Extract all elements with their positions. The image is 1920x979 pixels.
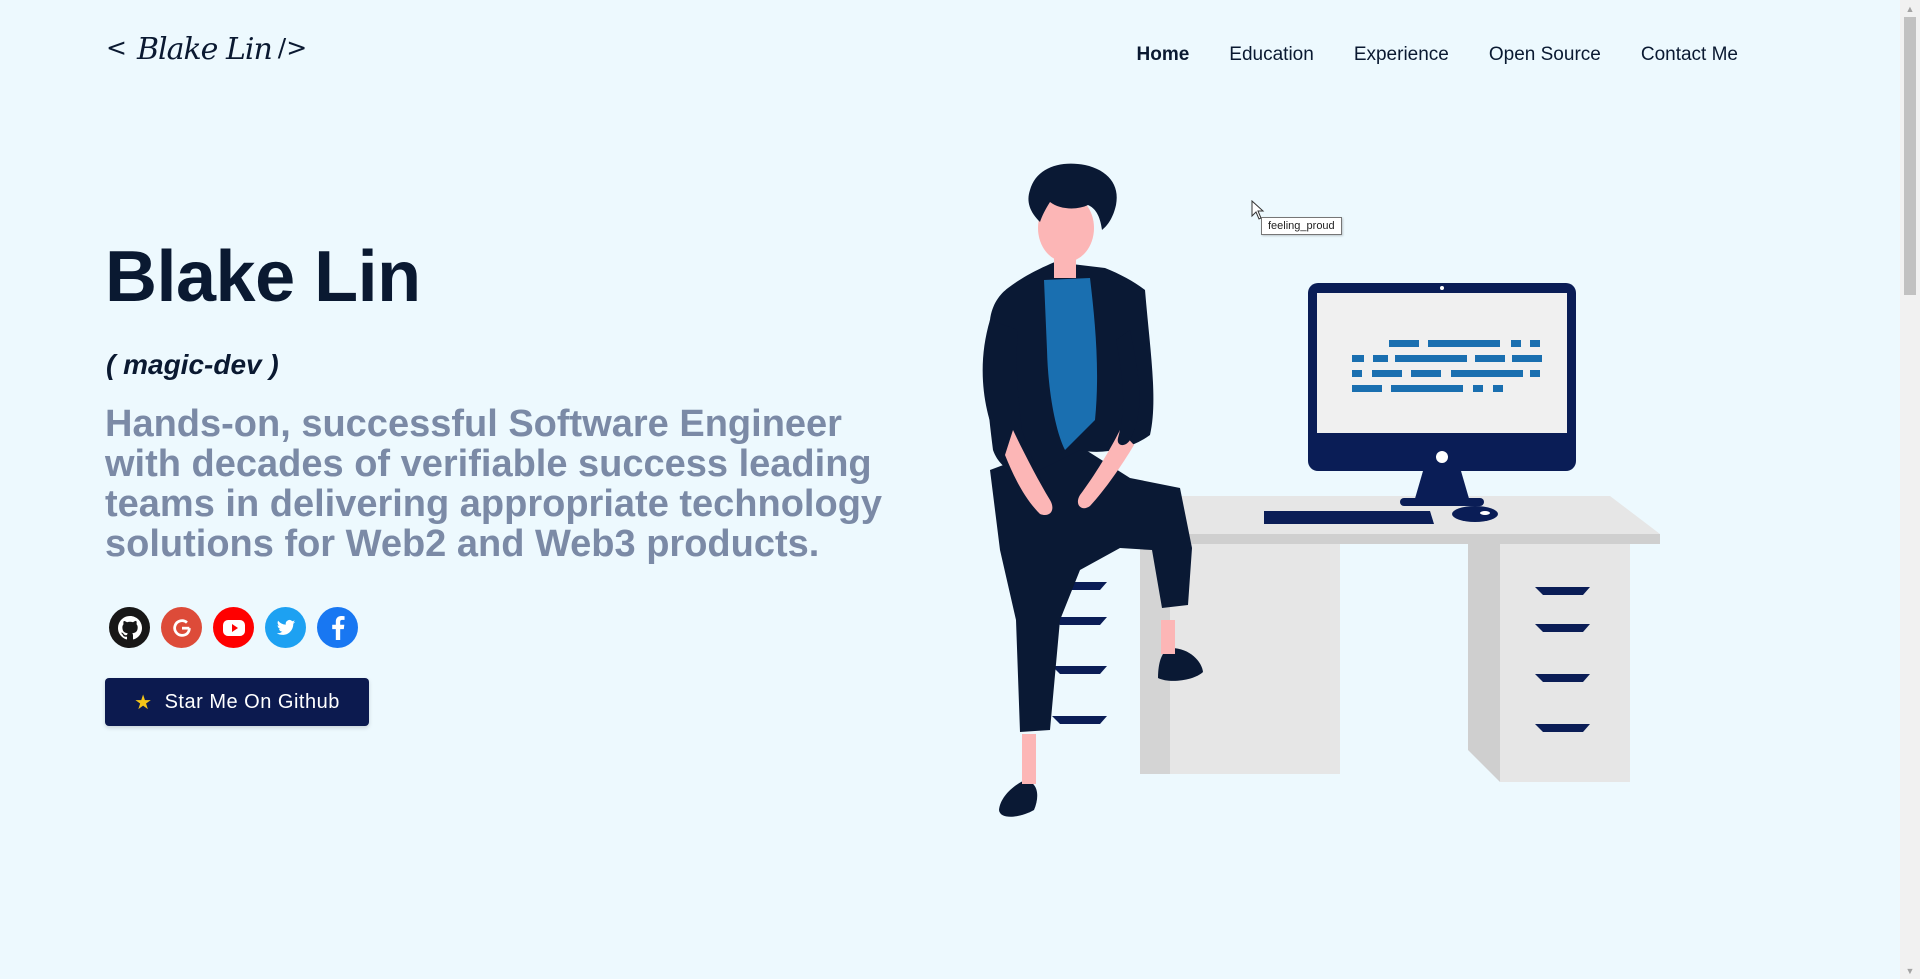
monitor-dot <box>1440 286 1444 290</box>
logo-close-bracket: /> <box>277 33 308 62</box>
hero-description: Hands-on, successful Software Engineer w… <box>105 403 883 565</box>
image-tooltip: feeling_proud <box>1261 217 1342 235</box>
site-header: < Blake Lin /> Home Education Experience… <box>0 0 1900 110</box>
scrollbar-thumb[interactable] <box>1904 17 1916 295</box>
logo-open-bracket: < <box>106 33 127 62</box>
keyboard <box>1264 511 1434 524</box>
monitor-button <box>1436 451 1448 463</box>
social-links <box>109 607 358 648</box>
scroll-down-arrow-icon[interactable]: ▼ <box>1900 962 1920 979</box>
star-icon: ★ <box>134 691 153 714</box>
twitter-icon[interactable] <box>265 607 306 648</box>
nav-contact-me[interactable]: Contact Me <box>1621 42 1758 68</box>
nav-open-source[interactable]: Open Source <box>1469 42 1621 68</box>
hero-subtitle: ( magic-dev ) <box>106 349 279 380</box>
scroll-up-arrow-icon[interactable]: ▲ <box>1900 0 1920 17</box>
nav-education[interactable]: Education <box>1209 42 1334 68</box>
nav-experience[interactable]: Experience <box>1334 42 1469 68</box>
star-on-github-button[interactable]: ★ Star Me On Github <box>105 678 369 726</box>
nav-home[interactable]: Home <box>1117 42 1210 68</box>
hero-name: Blake Lin <box>105 237 421 317</box>
hero-illustration <box>982 163 1660 817</box>
monitor-base <box>1400 498 1484 506</box>
right-cabinet-front <box>1500 544 1630 782</box>
site-logo[interactable]: < Blake Lin /> <box>106 30 308 67</box>
monitor-screen <box>1317 293 1567 433</box>
mouse <box>1452 506 1498 522</box>
vertical-scrollbar[interactable]: ▲ ▼ <box>1900 0 1920 979</box>
google-icon[interactable] <box>161 607 202 648</box>
portfolio-page: < Blake Lin /> Home Education Experience… <box>0 0 1920 979</box>
right-cabinet-side <box>1468 544 1500 782</box>
star-button-label: Star Me On Github <box>164 690 340 713</box>
logo-signature: Blake Lin <box>136 32 273 67</box>
monitor-stand <box>1414 471 1470 502</box>
github-icon[interactable] <box>109 607 150 648</box>
mouse-highlight <box>1480 511 1490 515</box>
youtube-icon[interactable] <box>213 607 254 648</box>
main-nav: Home Education Experience Open Source Co… <box>1117 42 1759 68</box>
facebook-icon[interactable] <box>317 607 358 648</box>
